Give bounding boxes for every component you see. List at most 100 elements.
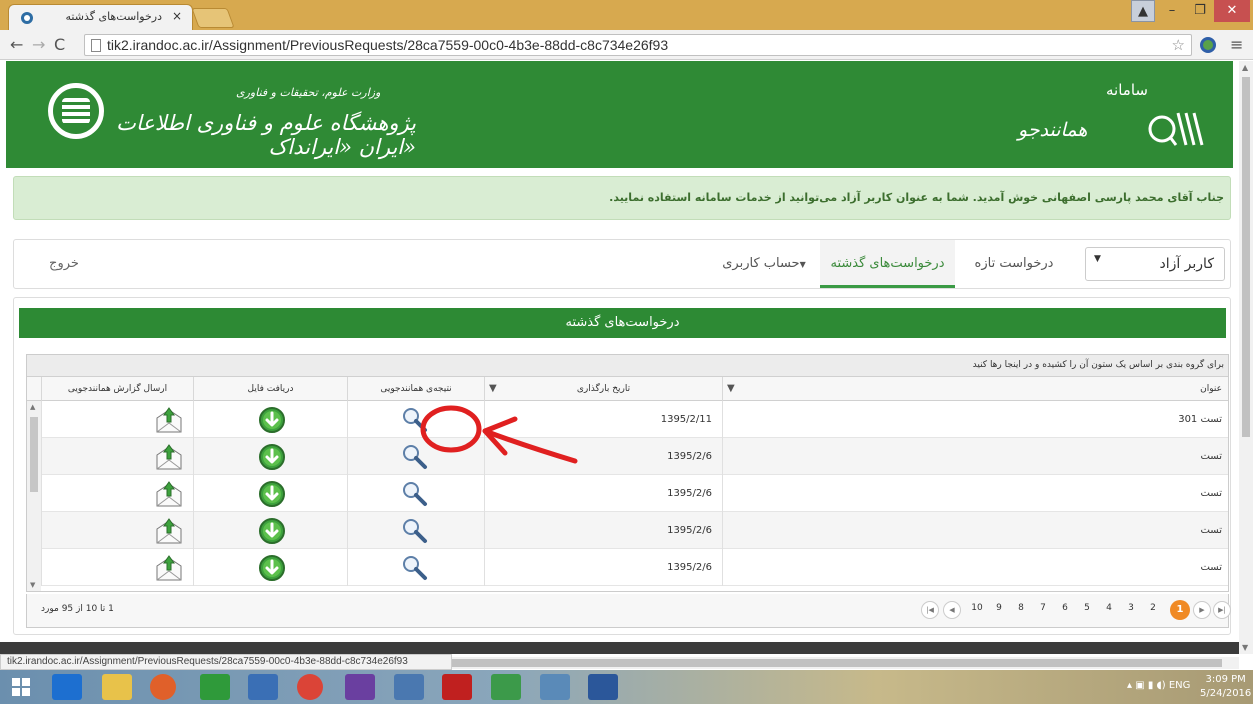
browser-menu-icon[interactable]: ≡ [1230, 35, 1243, 54]
download-file-icon[interactable] [258, 517, 286, 545]
send-report-icon[interactable] [154, 443, 184, 471]
view-result-icon[interactable] [400, 554, 430, 582]
nav-previous-requests[interactable]: درخواست‌های گذشته [820, 240, 955, 288]
browser-tab[interactable]: درخواست‌های گذشته × [8, 4, 193, 30]
pager-page-number[interactable]: 9 [989, 603, 1009, 613]
pager-last-icon[interactable]: ▶| [1213, 601, 1231, 619]
grid-scrollbar[interactable]: ▲ ▼ [27, 401, 41, 591]
column-header-result[interactable]: نتیجه‌ی همانندجویی [347, 377, 484, 401]
bookmark-star-icon[interactable]: ☆ [1172, 36, 1185, 54]
reload-icon[interactable]: C [54, 35, 65, 54]
h-scroll-thumb[interactable] [452, 659, 1222, 667]
column-header-title[interactable]: عنوان ▼ [722, 377, 1228, 401]
back-icon[interactable]: ← [10, 35, 23, 54]
table-row[interactable]: تست 1395/2/6 [41, 512, 1228, 549]
download-file-icon[interactable] [258, 554, 286, 582]
maximize-icon[interactable]: ❐ [1186, 0, 1214, 22]
nav-new-request[interactable]: درخواست تازه [959, 240, 1069, 288]
scroll-down-icon[interactable]: ▼ [30, 581, 35, 589]
pager-page-number[interactable]: 8 [1011, 603, 1031, 613]
column-header-download[interactable]: دریافت فایل [193, 377, 347, 401]
grid-pager: 1 تا 10 از 95 مورد |◀ ◀ 10 9 8 7 6 5 4 3 2 1 ▶ ▶… [26, 594, 1231, 628]
scroll-down-icon[interactable]: ▼ [1242, 643, 1248, 652]
system-tray[interactable]: ▴ ▣ ▮ ◖) ENG [1127, 680, 1190, 691]
visual-studio-icon[interactable] [345, 674, 375, 700]
ministry-name: وزارت علوم، تحقیقات و فناوری [236, 86, 381, 99]
acrobat-icon[interactable] [442, 674, 472, 700]
grid-scroll-thumb[interactable] [30, 417, 38, 492]
pager-page-number[interactable]: 4 [1099, 603, 1119, 613]
windows-start-icon[interactable] [12, 678, 30, 696]
view-result-icon[interactable] [400, 480, 430, 508]
chevron-down-icon: ▼ [1094, 254, 1101, 264]
photo-viewer-icon[interactable] [394, 674, 424, 700]
extension-globe-icon[interactable] [1200, 37, 1216, 53]
word-icon[interactable] [588, 674, 618, 700]
tab-title: درخواست‌های گذشته [65, 10, 162, 23]
window-close-icon[interactable]: ✕ [1214, 0, 1250, 22]
internet-explorer-icon[interactable] [52, 674, 82, 700]
red-annotation-circle-arrow [420, 405, 578, 464]
store-icon[interactable] [200, 674, 230, 700]
new-tab-button[interactable] [191, 8, 235, 28]
pager-page-number[interactable]: 5 [1077, 603, 1097, 613]
pager-page-number[interactable]: 2 [1143, 603, 1163, 613]
group-drop-area[interactable]: برای گروه بندی بر اساس یک ستون آن را کشی… [27, 355, 1228, 377]
system-clock[interactable]: 3:09 PM 5/24/2016 [1200, 673, 1251, 701]
pager-page-number[interactable]: 7 [1033, 603, 1053, 613]
download-cell [193, 438, 347, 475]
page-scroll-thumb[interactable] [1242, 77, 1250, 437]
row-title: تست [722, 475, 1228, 512]
pager-page-number[interactable]: 3 [1121, 603, 1141, 613]
main-navbar: کاربر آزاد ▼ درخواست تازه درخواست‌های گذ… [13, 239, 1231, 289]
pager-next-icon[interactable]: ▶ [1193, 601, 1211, 619]
filter-icon[interactable]: ▼ [727, 377, 735, 401]
table-row[interactable]: تست 301 1395/2/11 [41, 401, 1228, 438]
user-profile-icon[interactable]: ▲ [1131, 0, 1155, 22]
download-file-icon[interactable] [258, 443, 286, 471]
column-header-date[interactable]: تاریخ بارگذاری ▼ [484, 377, 722, 401]
file-explorer-icon[interactable] [102, 674, 132, 700]
nav-account[interactable]: حساب کاربری▼ [714, 240, 814, 288]
pager-prev-icon[interactable]: ◀ [943, 601, 961, 619]
pager-current-page[interactable]: 1 [1170, 600, 1190, 620]
page-scrollbar[interactable]: ▲ ▼ [1239, 61, 1253, 654]
column-header-send-report[interactable]: ارسال گزارش همانندجویی [41, 377, 193, 401]
pager-page-number[interactable]: 10 [967, 603, 987, 613]
download-file-icon[interactable] [258, 406, 286, 434]
chrome-icon[interactable] [297, 674, 323, 700]
send-report-cell [41, 549, 193, 586]
firefox-icon[interactable] [150, 674, 176, 700]
language-indicator[interactable]: ENG [1169, 680, 1191, 691]
page-icon [91, 39, 101, 52]
pager-page-number[interactable]: 6 [1055, 603, 1075, 613]
scroll-up-icon[interactable]: ▲ [1242, 63, 1248, 72]
minimize-icon[interactable]: – [1158, 0, 1186, 22]
table-row[interactable]: تست 1395/2/6 [41, 549, 1228, 586]
site-favicon-icon [21, 12, 33, 24]
send-report-icon[interactable] [154, 480, 184, 508]
table-row[interactable]: تست 1395/2/6 [41, 438, 1228, 475]
pager-first-icon[interactable]: |◀ [921, 601, 939, 619]
address-bar[interactable]: tik2.irandoc.ac.ir/Assignment/PreviousRe… [84, 34, 1192, 56]
tab-close-icon[interactable]: × [172, 9, 182, 23]
scroll-up-icon[interactable]: ▲ [30, 403, 35, 411]
forward-icon[interactable]: → [32, 35, 45, 54]
filter-icon[interactable]: ▼ [489, 377, 497, 401]
windows-taskbar: ▴ ▣ ▮ ◖) ENG 3:09 PM 5/24/2016 [0, 670, 1253, 704]
horizontal-scrollbar[interactable] [452, 657, 1239, 669]
footer-strip [0, 642, 1239, 654]
download-file-icon[interactable] [258, 480, 286, 508]
send-report-icon[interactable] [154, 517, 184, 545]
send-report-icon[interactable] [154, 406, 184, 434]
window-app-icon[interactable] [540, 674, 570, 700]
irandoc-logo-icon[interactable] [48, 83, 104, 139]
remote-desktop-icon[interactable] [248, 674, 278, 700]
network-app-icon[interactable] [491, 674, 521, 700]
user-type-select[interactable]: کاربر آزاد ▼ [1085, 247, 1225, 281]
view-result-icon[interactable] [400, 517, 430, 545]
table-row[interactable]: تست 1395/2/6 [41, 475, 1228, 512]
download-cell [193, 401, 347, 438]
nav-logout[interactable]: خروج [44, 240, 84, 288]
send-report-icon[interactable] [154, 554, 184, 582]
